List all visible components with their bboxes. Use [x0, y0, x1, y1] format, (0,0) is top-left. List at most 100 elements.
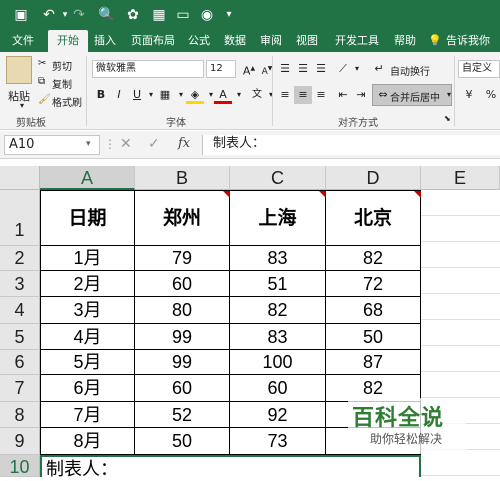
- copy-icon[interactable]: ⧉: [38, 76, 45, 87]
- name-box-dropdown-icon[interactable]: ▾: [86, 139, 91, 149]
- wrap-text-icon[interactable]: ↵: [370, 60, 388, 78]
- row-header-3[interactable]: 3: [0, 271, 40, 297]
- table-cell[interactable]: 6月: [40, 375, 135, 402]
- tab-page-layout[interactable]: 页面布局: [126, 30, 180, 52]
- tell-me-box[interactable]: 告诉我你想: [446, 30, 500, 52]
- accounting-icon[interactable]: ¥: [460, 86, 478, 104]
- table-cell[interactable]: 4月: [40, 324, 135, 350]
- format-painter-icon[interactable]: 🖌: [38, 94, 51, 105]
- print-preview-icon[interactable]: 🔍: [98, 6, 116, 24]
- table-header-beijing[interactable]: 北京: [326, 190, 421, 246]
- align-right-icon[interactable]: ≡: [312, 86, 330, 104]
- copy-button[interactable]: 复制: [52, 76, 72, 91]
- table-cell[interactable]: 5月: [40, 350, 135, 375]
- column-header-e[interactable]: E: [421, 166, 500, 190]
- table-cell[interactable]: 52: [135, 402, 230, 428]
- comment-indicator[interactable]: [319, 191, 326, 198]
- table-cell[interactable]: 2月: [40, 271, 135, 297]
- formula-input[interactable]: 制表人：: [202, 135, 500, 155]
- cut-icon[interactable]: ✂: [38, 58, 46, 69]
- table-cell[interactable]: 50: [326, 324, 421, 350]
- table-cell[interactable]: 68: [326, 297, 421, 324]
- row-header-5[interactable]: 5: [0, 324, 40, 350]
- table-cell[interactable]: 87: [326, 350, 421, 375]
- comment-indicator[interactable]: [223, 191, 230, 198]
- table-cell[interactable]: 82: [326, 246, 421, 271]
- row-header-8[interactable]: 8: [0, 402, 40, 428]
- table-cell[interactable]: 99: [135, 324, 230, 350]
- footer-merged-cell[interactable]: 制表人：: [40, 455, 421, 479]
- table-header-shanghai[interactable]: 上海: [230, 190, 326, 246]
- column-header-b[interactable]: B: [135, 166, 230, 190]
- tab-formulas[interactable]: 公式: [184, 30, 214, 52]
- bold-icon[interactable]: B: [92, 86, 110, 104]
- tab-view[interactable]: 视图: [292, 30, 322, 52]
- align-middle-icon[interactable]: ☰: [294, 60, 312, 78]
- enter-icon[interactable]: ✓: [148, 136, 160, 152]
- font-name-select[interactable]: 微软雅黑: [92, 60, 204, 78]
- tab-help[interactable]: 帮助: [390, 30, 420, 52]
- paste-dropdown-icon[interactable]: ▾: [20, 101, 24, 110]
- merge-dropdown-icon[interactable]: ▾: [440, 86, 458, 104]
- alignment-launcher-icon[interactable]: ⬊: [444, 114, 451, 123]
- table-cell[interactable]: 1月: [40, 246, 135, 271]
- orientation-dropdown-icon[interactable]: ▾: [348, 60, 366, 78]
- cancel-icon[interactable]: ✕: [120, 136, 132, 152]
- macro-icon[interactable]: ✿: [124, 6, 142, 24]
- align-bottom-icon[interactable]: ☰: [312, 60, 330, 78]
- table-cell[interactable]: 60: [135, 375, 230, 402]
- table-cell[interactable]: 3月: [40, 297, 135, 324]
- table-cell[interactable]: 99: [135, 350, 230, 375]
- row-header-1[interactable]: 1: [0, 190, 40, 246]
- column-header-c[interactable]: C: [230, 166, 326, 190]
- table-cell[interactable]: 60: [135, 271, 230, 297]
- row-header-2[interactable]: 2: [0, 246, 40, 271]
- row-header-7[interactable]: 7: [0, 375, 40, 402]
- paste-button[interactable]: 粘贴: [8, 88, 30, 104]
- redo-icon[interactable]: ↷: [70, 6, 88, 24]
- decrease-font-icon[interactable]: A▼: [258, 60, 276, 78]
- table-cell[interactable]: 73: [230, 428, 326, 455]
- tab-data[interactable]: 数据: [220, 30, 250, 52]
- screen-icon[interactable]: ▭: [174, 6, 192, 24]
- tab-insert[interactable]: 插入: [90, 30, 120, 52]
- decrease-indent-icon[interactable]: ⇤: [334, 86, 352, 104]
- table-cell[interactable]: 100: [230, 350, 326, 375]
- format-painter-button[interactable]: 格式刷: [52, 94, 82, 109]
- column-header-d[interactable]: D: [326, 166, 421, 190]
- increase-indent-icon[interactable]: ⇥: [352, 86, 370, 104]
- table-cell[interactable]: 83: [230, 246, 326, 271]
- percent-button[interactable]: %: [482, 86, 500, 104]
- wrap-text-button[interactable]: 自动换行: [390, 63, 430, 78]
- table-header-date[interactable]: 日期: [40, 190, 135, 246]
- tab-developer[interactable]: 开发工具: [330, 30, 384, 52]
- merge-center-button[interactable]: 合并后居中: [390, 89, 440, 104]
- align-center-icon[interactable]: ≡: [294, 86, 312, 104]
- sheet-icon[interactable]: ▦: [150, 6, 168, 24]
- table-cell[interactable]: 83: [230, 324, 326, 350]
- camera-icon[interactable]: ◉: [198, 6, 216, 24]
- table-cell[interactable]: 50: [135, 428, 230, 455]
- number-format-select[interactable]: 自定义: [458, 60, 500, 78]
- cut-button[interactable]: 剪切: [52, 58, 72, 73]
- insert-function-icon[interactable]: fx: [178, 136, 190, 151]
- customize-toolbar-icon[interactable]: ▾: [220, 6, 238, 24]
- save-icon[interactable]: ▣: [12, 6, 30, 24]
- table-cell[interactable]: 72: [326, 271, 421, 297]
- select-all-corner[interactable]: [0, 166, 40, 190]
- increase-font-icon[interactable]: A▲: [240, 60, 258, 78]
- tab-home[interactable]: 开始: [48, 30, 88, 52]
- row-header-9[interactable]: 9: [0, 428, 40, 455]
- table-cell[interactable]: 7月: [40, 402, 135, 428]
- tab-file[interactable]: 文件: [6, 30, 40, 52]
- column-header-a[interactable]: A: [40, 166, 135, 190]
- table-header-zhengzhou[interactable]: 郑州: [135, 190, 230, 246]
- tab-review[interactable]: 审阅: [256, 30, 286, 52]
- italic-icon[interactable]: I: [110, 86, 128, 104]
- table-cell[interactable]: 79: [135, 246, 230, 271]
- align-top-icon[interactable]: ☰: [276, 60, 294, 78]
- paste-icon[interactable]: [6, 56, 32, 84]
- font-size-select[interactable]: 12: [206, 60, 236, 78]
- table-cell[interactable]: 80: [135, 297, 230, 324]
- comment-indicator[interactable]: [414, 191, 421, 198]
